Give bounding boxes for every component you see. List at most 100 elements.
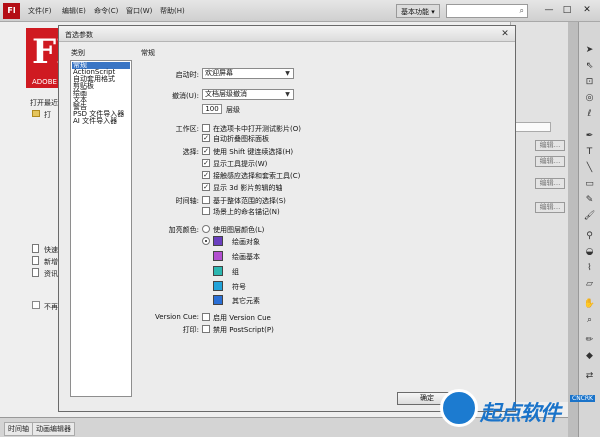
dialog-titlebar: 首选参数 ✕ xyxy=(59,26,515,42)
undo-label: 撤消(U): xyxy=(172,92,199,100)
show-tooltips-checkbox[interactable]: ✓ xyxy=(202,159,210,167)
search-icon: ⌕ xyxy=(519,6,524,15)
category-item-ai-importer[interactable]: AI 文件导入器 xyxy=(72,118,130,125)
shift-select-checkbox[interactable]: ✓ xyxy=(202,147,210,155)
subselection-tool-icon[interactable]: ⇖ xyxy=(582,60,597,73)
undo-levels-label: 层级 xyxy=(226,106,240,114)
pencil-tool-icon[interactable]: ✎ xyxy=(582,194,597,207)
enable-version-cue-text: 启用 Version Cue xyxy=(213,314,271,322)
group-label: 组 xyxy=(232,268,239,276)
tab-motion-editor[interactable]: 动画编辑器 xyxy=(32,422,75,436)
rectangle-tool-icon[interactable]: ▭ xyxy=(582,178,597,191)
selection-label: 选择: xyxy=(182,148,199,156)
fill-color-icon[interactable]: ◆ xyxy=(582,350,597,363)
hand-tool-icon[interactable]: ✋ xyxy=(582,298,597,311)
site-watermark: 起点软件 CNCRK xyxy=(438,387,600,437)
bone-tool-icon[interactable]: ⚲ xyxy=(582,230,597,243)
category-list: 常规 ActionScript 自动套用格式 剪贴板 绘画 文本 警告 PSD … xyxy=(70,60,132,397)
drawing-primitive-color-swatch[interactable] xyxy=(213,251,223,261)
maximize-button[interactable]: □ xyxy=(558,3,576,17)
undo-select[interactable]: 文档层级撤消 ▼ xyxy=(202,89,294,100)
edit-button[interactable]: 编辑... xyxy=(535,156,565,167)
3d-rotation-tool-icon[interactable]: ◎ xyxy=(582,92,597,105)
close-icon[interactable]: ✕ xyxy=(499,28,511,40)
open-test-movie-in-tabs-checkbox[interactable] xyxy=(202,124,210,132)
menu-file[interactable]: 文件(F) xyxy=(28,6,52,16)
flash-logo: Fl xyxy=(3,3,20,19)
use-layer-color-radio[interactable] xyxy=(202,225,210,233)
enable-version-cue-checkbox[interactable] xyxy=(202,313,210,321)
folder-icon xyxy=(32,110,40,117)
close-app-button[interactable]: ✕ xyxy=(578,3,596,17)
named-anchor-label: 场景上的命名锚记(N) xyxy=(213,208,280,216)
dont-show-checkbox[interactable] xyxy=(32,301,40,309)
app-menubar: Fl 文件(F) 编辑(E) 命令(C) 窗口(W) 帮助(H) 基本功能 ▾ … xyxy=(0,0,600,22)
tools-panel: ➤ ⇖ ⊡ ◎ ℓ ✒ T ╲ ▭ ✎ 🖌 ⚲ ◒ ⌇ ▱ ✋ ⌕ ✏ ◆ ⇄ xyxy=(578,22,600,437)
dialog-title: 首选参数 xyxy=(65,31,93,39)
open-test-movie-in-tabs-label: 在选项卡中打开测试影片(O) xyxy=(213,125,301,133)
workspace-switcher[interactable]: 基本功能 ▾ xyxy=(396,4,440,18)
tab-timeline[interactable]: 时间轴 xyxy=(4,422,33,436)
menu-window[interactable]: 窗口(W) xyxy=(126,6,152,16)
line-tool-icon[interactable]: ╲ xyxy=(582,162,597,175)
auto-collapse-icon-panels-label: 自动折叠图标面板 xyxy=(213,135,269,143)
auto-collapse-icon-panels-checkbox[interactable]: ✓ xyxy=(202,134,210,142)
drawing-primitive-label: 绘画基本 xyxy=(232,253,260,261)
startup-label: 启动时: xyxy=(175,71,199,79)
swap-colors-icon[interactable]: ⇄ xyxy=(582,370,597,383)
minimize-button[interactable]: — xyxy=(540,3,558,17)
eyedropper-icon[interactable]: ⌇ xyxy=(582,262,597,275)
timeline-label: 时间轴: xyxy=(175,197,199,205)
edit-button[interactable]: 编辑... xyxy=(535,140,565,151)
paint-bucket-icon[interactable]: ◒ xyxy=(582,246,597,259)
panel-dock-strip xyxy=(568,22,578,437)
span-based-selection-label: 基于整体范围的选择(S) xyxy=(213,197,286,205)
menu-commands[interactable]: 命令(C) xyxy=(94,6,118,16)
menu-edit[interactable]: 编辑(E) xyxy=(62,6,86,16)
edit-button[interactable]: 编辑... xyxy=(535,178,565,189)
show-tooltips-label: 显示工具提示(W) xyxy=(213,160,268,168)
help-search-input[interactable]: ⌕ xyxy=(446,4,528,18)
properties-panel: 编辑... 编辑... 编辑... 编辑... xyxy=(510,22,568,402)
undo-levels-input[interactable]: 100 xyxy=(202,104,222,114)
resources-link[interactable]: 资讯 xyxy=(44,269,58,279)
stroke-color-icon[interactable]: ✏ xyxy=(582,334,597,347)
new-features-link[interactable]: 新增 xyxy=(44,257,58,267)
zoom-tool-icon[interactable]: ⌕ xyxy=(582,314,597,327)
disable-postscript-checkbox[interactable] xyxy=(202,325,210,333)
selection-tool-icon[interactable]: ➤ xyxy=(582,44,597,57)
symbol-label: 符号 xyxy=(232,283,246,291)
pen-tool-icon[interactable]: ✒ xyxy=(582,130,597,143)
symbol-color-swatch[interactable] xyxy=(213,281,223,291)
named-anchor-checkbox[interactable] xyxy=(202,207,210,215)
workspace-label: 工作区: xyxy=(175,125,199,133)
brush-tool-icon[interactable]: 🖌 xyxy=(582,210,597,223)
show-3d-axis-checkbox[interactable]: ✓ xyxy=(202,183,210,191)
drawing-object-label: 绘画对象 xyxy=(232,238,260,246)
contact-sensitive-label: 接触感应选择和套索工具(C) xyxy=(213,172,301,180)
quick-start-link[interactable]: 快速 xyxy=(44,245,58,255)
shift-select-label: 使用 Shift 键连续选择(H) xyxy=(213,148,294,156)
property-field[interactable] xyxy=(515,122,551,132)
other-elements-label: 其它元素 xyxy=(232,297,260,305)
watermark-text: 起点软件 xyxy=(480,401,561,425)
span-based-selection-checkbox[interactable] xyxy=(202,196,210,204)
show-3d-axis-label: 显示 3d 影片剪辑的轴 xyxy=(213,184,283,192)
drawing-object-color-swatch[interactable] xyxy=(213,236,223,246)
other-elements-color-swatch[interactable] xyxy=(213,295,223,305)
menu-help[interactable]: 帮助(H) xyxy=(160,6,185,16)
contact-sensitive-checkbox[interactable]: ✓ xyxy=(202,171,210,179)
chevron-down-icon: ▼ xyxy=(285,70,290,77)
group-color-swatch[interactable] xyxy=(213,266,223,276)
text-tool-icon[interactable]: T xyxy=(582,146,597,159)
eraser-tool-icon[interactable]: ▱ xyxy=(582,278,597,291)
edit-button[interactable]: 编辑... xyxy=(535,202,565,213)
section-header: 常规 xyxy=(141,49,155,57)
startup-select[interactable]: 欢迎屏幕 ▼ xyxy=(202,68,294,79)
document-icon xyxy=(32,268,39,277)
transform-tool-icon[interactable]: ⊡ xyxy=(582,76,597,89)
lasso-tool-icon[interactable]: ℓ xyxy=(582,108,597,121)
open-recent-item[interactable]: 打 xyxy=(44,110,51,120)
version-cue-label: Version Cue: xyxy=(155,313,199,321)
custom-color-radio[interactable] xyxy=(202,237,210,245)
